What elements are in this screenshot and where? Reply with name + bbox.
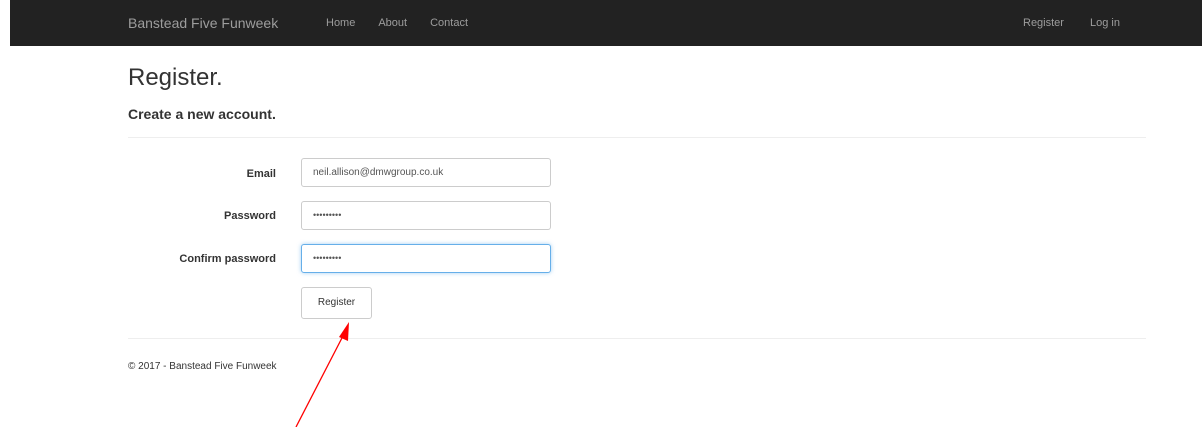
page-subtitle: Create a new account.: [128, 106, 276, 122]
page-title: Register.: [128, 64, 223, 91]
nav-links-right: Register Log in: [1023, 17, 1146, 29]
brand-link[interactable]: Banstead Five Funweek: [128, 15, 278, 31]
password-field[interactable]: •••••••••: [301, 201, 551, 230]
nav-about-link[interactable]: About: [378, 17, 407, 29]
register-button[interactable]: Register: [301, 287, 372, 319]
password-label: Password: [224, 210, 276, 222]
confirm-password-field[interactable]: •••••••••: [301, 244, 551, 273]
divider-bottom: [128, 338, 1146, 339]
top-navbar: Banstead Five Funweek Home About Contact…: [10, 0, 1202, 46]
divider-top: [128, 137, 1146, 138]
email-field[interactable]: neil.allison@dmwgroup.co.uk: [301, 158, 551, 187]
nav-login-link[interactable]: Log in: [1090, 17, 1120, 29]
nav-home-link[interactable]: Home: [326, 17, 355, 29]
email-label: Email: [246, 168, 276, 180]
nav-register-link[interactable]: Register: [1023, 17, 1064, 29]
confirm-password-label: Confirm password: [179, 253, 276, 265]
nav-links-left: Home About Contact: [326, 17, 491, 29]
footer-copyright: © 2017 - Banstead Five Funweek: [128, 361, 277, 372]
nav-contact-link[interactable]: Contact: [430, 17, 468, 29]
